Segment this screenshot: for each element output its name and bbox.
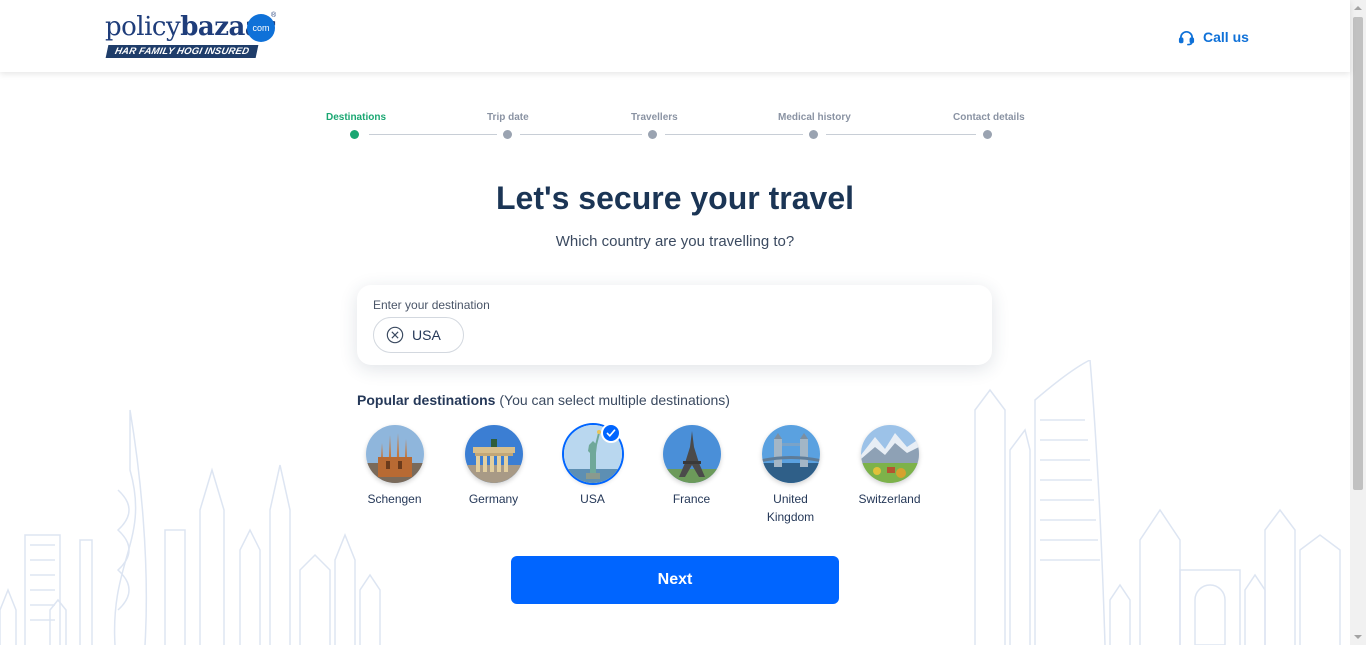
- step-medical-history: Medical history: [778, 112, 851, 123]
- sagrada-familia-image: [365, 425, 424, 483]
- step-connector: [369, 134, 497, 135]
- destination-input-label: Enter your destination: [373, 298, 490, 312]
- country-name: United Kingdom: [766, 492, 815, 524]
- step-connector: [826, 134, 976, 135]
- vertical-scrollbar[interactable]: [1350, 0, 1366, 645]
- page-title: Let's secure your travel: [496, 180, 854, 216]
- country-name: Schengen: [367, 492, 422, 506]
- call-us-label: Call us: [1203, 29, 1249, 45]
- step-label: Contact details: [953, 112, 1025, 123]
- step-dot: [983, 130, 992, 139]
- step-connector: [520, 134, 642, 135]
- eiffel-tower-image: [662, 425, 721, 483]
- country-name: France: [672, 492, 711, 506]
- popular-heading-text: Popular destinations: [357, 392, 496, 408]
- selected-check-icon: [600, 423, 621, 443]
- logo-tagline: HAR FAMILY HOGI INSURED: [105, 45, 259, 58]
- step-label: Medical history: [778, 112, 851, 123]
- swiss-alps-image: [860, 425, 919, 483]
- step-dot: [809, 130, 818, 139]
- popular-hint-text: (You can select multiple destinations): [499, 392, 730, 408]
- country-option-france[interactable]: France: [654, 425, 730, 508]
- call-us-button[interactable]: Call us: [1178, 27, 1249, 47]
- logo-trademark-icon: ®: [271, 12, 277, 19]
- country-option-usa[interactable]: USA: [555, 423, 631, 508]
- country-option-united-kingdom[interactable]: United Kingdom: [753, 425, 829, 526]
- country-option-germany[interactable]: Germany: [456, 425, 532, 508]
- selected-destination-chip[interactable]: USA: [373, 317, 464, 353]
- country-name: Switzerland: [858, 492, 921, 506]
- popular-destinations-list: Schengen Germany USA France United Kingd…: [357, 423, 957, 535]
- country-name: USA: [580, 492, 605, 506]
- scrollbar-thumb[interactable]: [1353, 17, 1363, 490]
- next-button[interactable]: Next: [511, 556, 839, 604]
- country-name: Germany: [468, 492, 519, 506]
- scroll-down-arrow-icon[interactable]: [1350, 629, 1366, 645]
- brandenburg-gate-image: [464, 425, 523, 483]
- country-option-switzerland[interactable]: Switzerland: [852, 425, 928, 508]
- tower-bridge-image: [761, 425, 820, 483]
- destination-input-card[interactable]: Enter your destination USA: [357, 285, 992, 365]
- step-dot-active: [350, 130, 359, 139]
- page-subtitle: Which country are you travelling to?: [555, 233, 795, 250]
- remove-chip-icon[interactable]: [386, 326, 404, 344]
- step-trip-date: Trip date: [487, 112, 529, 123]
- logo-policy-text: policy: [105, 12, 181, 42]
- step-connector: [665, 134, 803, 135]
- step-label: Travellers: [631, 112, 678, 123]
- chip-label: USA: [412, 327, 441, 343]
- policybazaar-logo[interactable]: policybazaar com ® HAR FAMILY HOGI INSUR…: [105, 12, 280, 60]
- popular-destinations-heading: Popular destinations (You can select mul…: [357, 392, 730, 408]
- step-dot: [648, 130, 657, 139]
- headset-icon: [1178, 30, 1195, 45]
- step-dot: [503, 130, 512, 139]
- step-travellers: Travellers: [631, 112, 678, 123]
- progress-stepper: Destinations Trip date Travellers Medica…: [310, 112, 1050, 144]
- country-option-schengen[interactable]: Schengen: [357, 425, 433, 508]
- step-contact-details: Contact details: [953, 112, 1025, 123]
- step-label: Trip date: [487, 112, 529, 123]
- step-label: Destinations: [326, 112, 387, 123]
- step-destinations: Destinations: [326, 112, 386, 123]
- scroll-up-arrow-icon[interactable]: [1350, 0, 1366, 16]
- top-header: policybazaar com ® HAR FAMILY HOGI INSUR…: [0, 0, 1350, 72]
